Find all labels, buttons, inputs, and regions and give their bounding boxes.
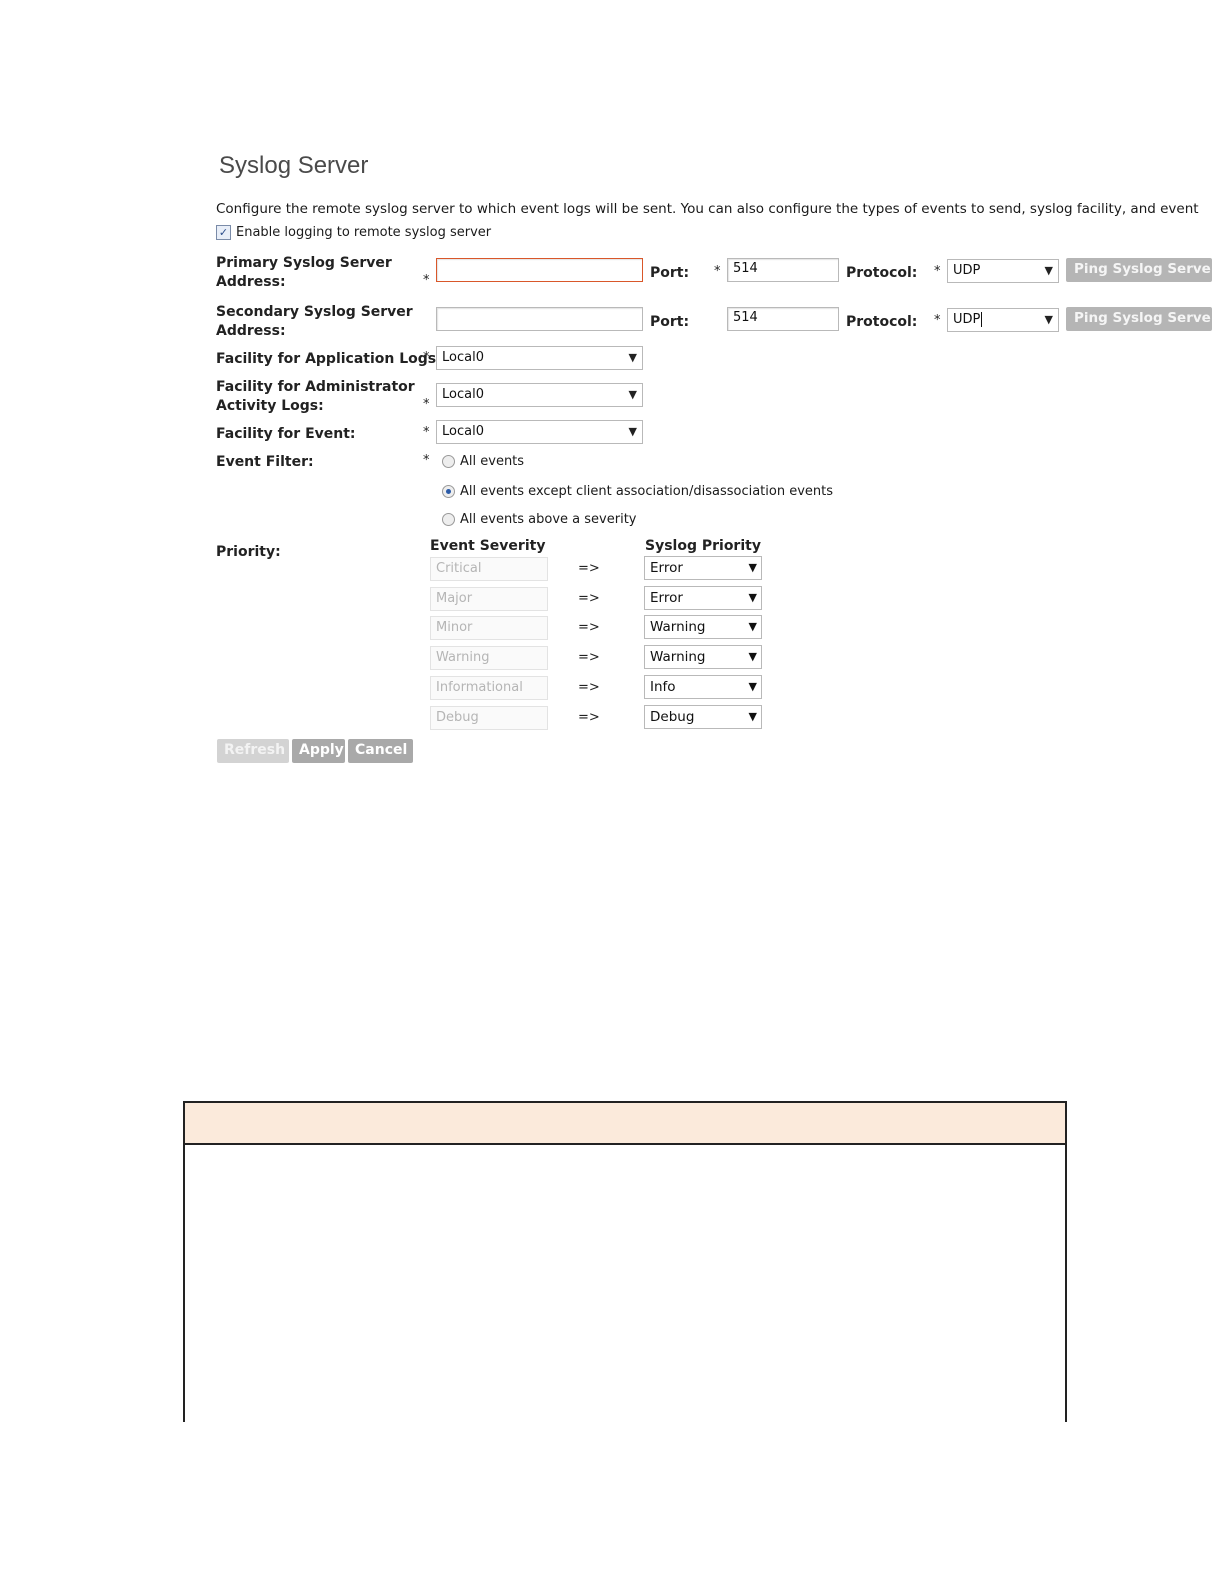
primary-protocol-label: Protocol: <box>846 265 918 281</box>
facility-event-required: * <box>423 425 430 440</box>
mapping-arrow: => <box>578 710 600 725</box>
enable-logging-checkbox[interactable]: ✓ <box>216 225 231 240</box>
secondary-server-label: Secondary Syslog Server Address: <box>216 304 413 339</box>
secondary-protocol-required: * <box>934 313 941 328</box>
page-description: Configure the remote syslog server to wh… <box>216 201 1199 217</box>
syslog-priority-value: Warning <box>650 619 706 635</box>
event-filter-option-except-client[interactable]: All events except client association/dis… <box>442 484 833 499</box>
primary-protocol-required: * <box>934 264 941 279</box>
syslog-priority-header: Syslog Priority <box>645 538 761 554</box>
secondary-address-input[interactable] <box>436 307 643 331</box>
mapping-arrow: => <box>578 591 600 606</box>
syslog-priority-select[interactable]: Warning ▼ <box>644 615 762 639</box>
primary-server-label: Primary Syslog Server Address: <box>216 255 392 290</box>
event-filter-option-all[interactable]: All events <box>442 454 524 469</box>
syslog-priority-select[interactable]: Debug ▼ <box>644 705 762 729</box>
event-severity-field: Warning <box>430 646 548 670</box>
facility-admin-select[interactable]: Local0 ▼ <box>436 383 643 407</box>
facility-event-label: Facility for Event: <box>216 426 356 442</box>
apply-button[interactable]: Apply <box>292 739 345 763</box>
primary-ping-button[interactable]: Ping Syslog Server <box>1066 258 1212 282</box>
syslog-priority-value: Error <box>650 560 683 576</box>
cancel-button[interactable]: Cancel <box>348 739 413 763</box>
syslog-priority-value: Warning <box>650 649 706 665</box>
note-box-header <box>185 1103 1065 1145</box>
mapping-arrow: => <box>578 650 600 665</box>
syslog-priority-select[interactable]: Error ▼ <box>644 556 762 580</box>
facility-app-label: Facility for Application Logs: <box>216 351 442 367</box>
syslog-priority-value: Debug <box>650 709 695 725</box>
event-filter-label: Event Filter: <box>216 454 314 470</box>
refresh-button[interactable]: Refresh <box>217 739 289 763</box>
secondary-port-input[interactable]: 514 <box>727 307 839 331</box>
chevron-down-icon: ▼ <box>748 710 757 723</box>
chevron-down-icon: ▼ <box>1044 313 1053 326</box>
enable-logging-label: Enable logging to remote syslog server <box>236 225 492 240</box>
chevron-down-icon: ▼ <box>628 388 637 401</box>
page-title: Syslog Server <box>219 152 369 179</box>
facility-app-required: * <box>423 350 430 365</box>
event-severity-field: Major <box>430 587 548 611</box>
chevron-down-icon: ▼ <box>748 591 757 604</box>
primary-port-required: * <box>714 264 721 279</box>
facility-app-select[interactable]: Local0 ▼ <box>436 346 643 370</box>
event-filter-required: * <box>423 453 430 468</box>
chevron-down-icon: ▼ <box>748 620 757 633</box>
primary-required-mark: * <box>423 273 430 288</box>
note-box <box>183 1101 1067 1422</box>
enable-logging-row[interactable]: ✓ Enable logging to remote syslog server <box>216 225 491 240</box>
event-severity-field: Critical <box>430 557 548 581</box>
syslog-priority-select[interactable]: Info ▼ <box>644 675 762 699</box>
mapping-arrow: => <box>578 561 600 576</box>
facility-admin-required: * <box>423 397 430 412</box>
primary-address-input[interactable] <box>436 258 643 282</box>
secondary-ping-button[interactable]: Ping Syslog Server <box>1066 307 1212 331</box>
radio-button[interactable] <box>442 513 455 526</box>
secondary-protocol-label: Protocol: <box>846 314 918 330</box>
syslog-priority-value: Error <box>650 590 683 606</box>
priority-label: Priority: <box>216 544 281 560</box>
primary-port-label: Port: <box>650 265 690 281</box>
secondary-port-label: Port: <box>650 314 690 330</box>
mapping-arrow: => <box>578 620 600 635</box>
facility-admin-label: Facility for Administrator Activity Logs… <box>216 379 415 414</box>
chevron-down-icon: ▼ <box>628 351 637 364</box>
primary-port-input[interactable]: 514 <box>727 258 839 282</box>
event-severity-field: Informational <box>430 676 548 700</box>
event-severity-field: Minor <box>430 616 548 640</box>
event-severity-header: Event Severity <box>430 538 546 554</box>
chevron-down-icon: ▼ <box>748 561 757 574</box>
event-severity-field: Debug <box>430 706 548 730</box>
radio-button[interactable] <box>442 455 455 468</box>
secondary-protocol-select[interactable]: UDP ▼ <box>947 308 1059 332</box>
mapping-arrow: => <box>578 680 600 695</box>
chevron-down-icon: ▼ <box>1044 264 1053 277</box>
chevron-down-icon: ▼ <box>748 680 757 693</box>
primary-protocol-select[interactable]: UDP ▼ <box>947 259 1059 283</box>
syslog-priority-select[interactable]: Error ▼ <box>644 586 762 610</box>
event-filter-option-above-severity[interactable]: All events above a severity <box>442 512 636 527</box>
syslog-priority-select[interactable]: Warning ▼ <box>644 645 762 669</box>
chevron-down-icon: ▼ <box>628 425 637 438</box>
chevron-down-icon: ▼ <box>748 650 757 663</box>
syslog-priority-value: Info <box>650 679 676 695</box>
facility-event-select[interactable]: Local0 ▼ <box>436 420 643 444</box>
radio-button-selected[interactable] <box>442 485 455 498</box>
